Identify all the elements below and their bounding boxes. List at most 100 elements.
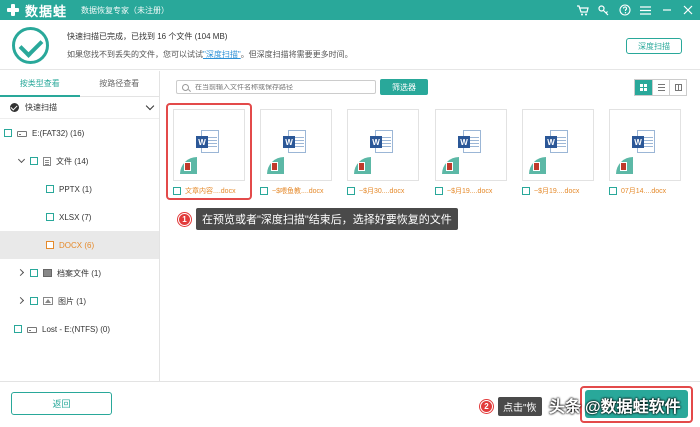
recovery-badge-icon	[616, 157, 633, 174]
checkbox[interactable]	[4, 129, 12, 137]
tutorial-annotation-2: 2 点击"恢	[480, 397, 542, 416]
cart-icon[interactable]	[576, 4, 589, 17]
grid-view-button[interactable]	[635, 80, 652, 95]
search-box[interactable]	[176, 80, 376, 94]
tree-item-drive-e[interactable]: E:(FAT32) (16)	[0, 119, 159, 147]
watermark: 头条 @数据蛙软件	[549, 393, 681, 417]
file-thumbnail[interactable]: W ~$喂鱼教....docx	[260, 109, 332, 199]
tree-item-label: 图片 (1)	[58, 296, 86, 306]
checkbox[interactable]	[30, 157, 38, 165]
checkbox[interactable]	[30, 297, 38, 305]
search-input[interactable]	[195, 83, 365, 91]
file-label: 07月14....docx	[609, 186, 681, 196]
file-label: 文章内容....docx	[173, 186, 245, 196]
thumbnail-preview[interactable]: W	[609, 109, 681, 181]
drive-icon	[27, 326, 37, 333]
checkbox[interactable]	[435, 187, 443, 195]
checkbox[interactable]	[260, 187, 268, 195]
word-icon: W	[545, 130, 571, 154]
tree-item-label: 文件 (14)	[56, 156, 89, 166]
chevron-down-icon	[145, 101, 155, 111]
tree-item-lost-ntfs[interactable]: Lost - E:(NTFS) (0)	[0, 315, 159, 343]
watermark-account: @数据蛙软件	[585, 399, 681, 416]
step-number-badge: 2	[480, 400, 493, 413]
minimize-icon[interactable]	[660, 4, 673, 17]
tree-item-label: XLSX (7)	[59, 212, 92, 222]
word-icon: W	[632, 130, 658, 154]
recovery-badge-icon	[529, 157, 546, 174]
menu-icon[interactable]	[639, 4, 652, 17]
checkbox[interactable]	[46, 241, 54, 249]
tree-item-documents[interactable]: 文件 (14)	[0, 147, 159, 175]
hint-text-after: 。但深度扫描将需要更多时间。	[240, 50, 353, 59]
tree-item-docx[interactable]: DOCX (6)	[0, 231, 159, 259]
thumbnail-preview[interactable]: W	[522, 109, 594, 181]
chevron-down-icon[interactable]	[18, 157, 26, 165]
close-icon[interactable]	[681, 4, 694, 17]
file-thumbnail[interactable]: W ~$月30....docx	[347, 109, 419, 199]
recovery-badge-icon	[442, 157, 459, 174]
file-thumbnail[interactable]: W ~$月19....docx	[435, 109, 507, 199]
key-icon[interactable]	[597, 4, 610, 17]
scan-status-panel: 快速扫描已完成，已找到 16 个文件 (104 MB) 如果您找不到丢失的文件，…	[0, 20, 700, 70]
tree-item-label: PPTX (1)	[59, 184, 92, 194]
checkbox[interactable]	[46, 185, 54, 193]
image-icon	[43, 297, 53, 305]
filter-button[interactable]: 筛选器	[380, 79, 428, 95]
file-thumbnail[interactable]: W ~$月19....docx	[522, 109, 594, 199]
list-view-button[interactable]	[652, 80, 669, 95]
checkbox[interactable]	[609, 187, 617, 195]
chevron-right-icon[interactable]	[18, 269, 26, 277]
checkmark-circle-icon	[12, 27, 49, 64]
checkbox[interactable]	[347, 187, 355, 195]
tree-item-label: Lost - E:(NTFS) (0)	[42, 324, 111, 334]
file-name: ~$月30....docx	[359, 188, 405, 195]
file-name: ~$月19....docx	[534, 188, 580, 195]
document-icon	[43, 156, 51, 166]
checkbox[interactable]	[522, 187, 530, 195]
tutorial-annotation-1: 1 在预览或者"深度扫描"结束后，选择好要恢复的文件	[178, 208, 458, 230]
file-thumbnail[interactable]: W 07月14....docx	[609, 109, 681, 199]
category-sidebar: 按类型查看 按路径查看 快速扫描 E:(FAT32) (16) 文件 (14) …	[0, 71, 160, 381]
list-icon	[657, 84, 665, 91]
quick-scan-dropdown[interactable]: 快速扫描	[0, 97, 159, 119]
thumbnail-preview[interactable]: W	[435, 109, 507, 181]
detail-view-button[interactable]	[669, 80, 686, 95]
step-number-badge: 1	[178, 212, 191, 226]
deep-scan-button[interactable]: 深度扫描	[626, 38, 682, 54]
annotation-text: 点击"恢	[498, 397, 542, 416]
deep-scan-link[interactable]: "深度扫描"	[203, 50, 241, 59]
file-name: ~$月19....docx	[447, 188, 493, 195]
recovery-badge-icon	[354, 157, 371, 174]
thumbnail-preview[interactable]: W	[173, 109, 245, 181]
help-icon[interactable]	[618, 4, 631, 17]
tree-item-label: DOCX (6)	[59, 240, 95, 250]
view-switcher	[634, 79, 687, 96]
tab-by-type[interactable]: 按类型查看	[0, 71, 80, 97]
grid-icon	[640, 84, 647, 91]
word-icon: W	[370, 130, 396, 154]
file-label: ~$月19....docx	[435, 186, 507, 196]
view-mode-tabs: 按类型查看 按路径查看	[0, 71, 159, 97]
back-button[interactable]: 返回	[11, 392, 112, 415]
tree-item-images[interactable]: 图片 (1)	[0, 287, 159, 315]
tree-item-label: 档案文件 (1)	[57, 268, 101, 278]
tree-item-xlsx[interactable]: XLSX (7)	[0, 203, 159, 231]
scan-result-text: 快速扫描已完成，已找到 16 个文件 (104 MB)	[67, 32, 228, 41]
tree-item-archives[interactable]: 档案文件 (1)	[0, 259, 159, 287]
thumbnail-preview[interactable]: W	[260, 109, 332, 181]
checkbox[interactable]	[173, 187, 181, 195]
chevron-right-icon[interactable]	[18, 297, 26, 305]
thumbnail-preview[interactable]: W	[347, 109, 419, 181]
tree-item-label: E:(FAT32) (16)	[32, 128, 85, 138]
checkbox[interactable]	[46, 213, 54, 221]
checkbox[interactable]	[14, 325, 22, 333]
tree-item-pptx[interactable]: PPTX (1)	[0, 175, 159, 203]
file-thumbnail[interactable]: W 文章内容....docx	[173, 109, 245, 199]
watermark-platform: 头条	[549, 399, 582, 416]
recovery-badge-icon	[267, 157, 284, 174]
file-name: 07月14....docx	[621, 188, 667, 195]
checkbox[interactable]	[30, 269, 38, 277]
file-label: ~$月19....docx	[522, 186, 594, 196]
tab-by-path[interactable]: 按路径查看	[79, 71, 159, 97]
